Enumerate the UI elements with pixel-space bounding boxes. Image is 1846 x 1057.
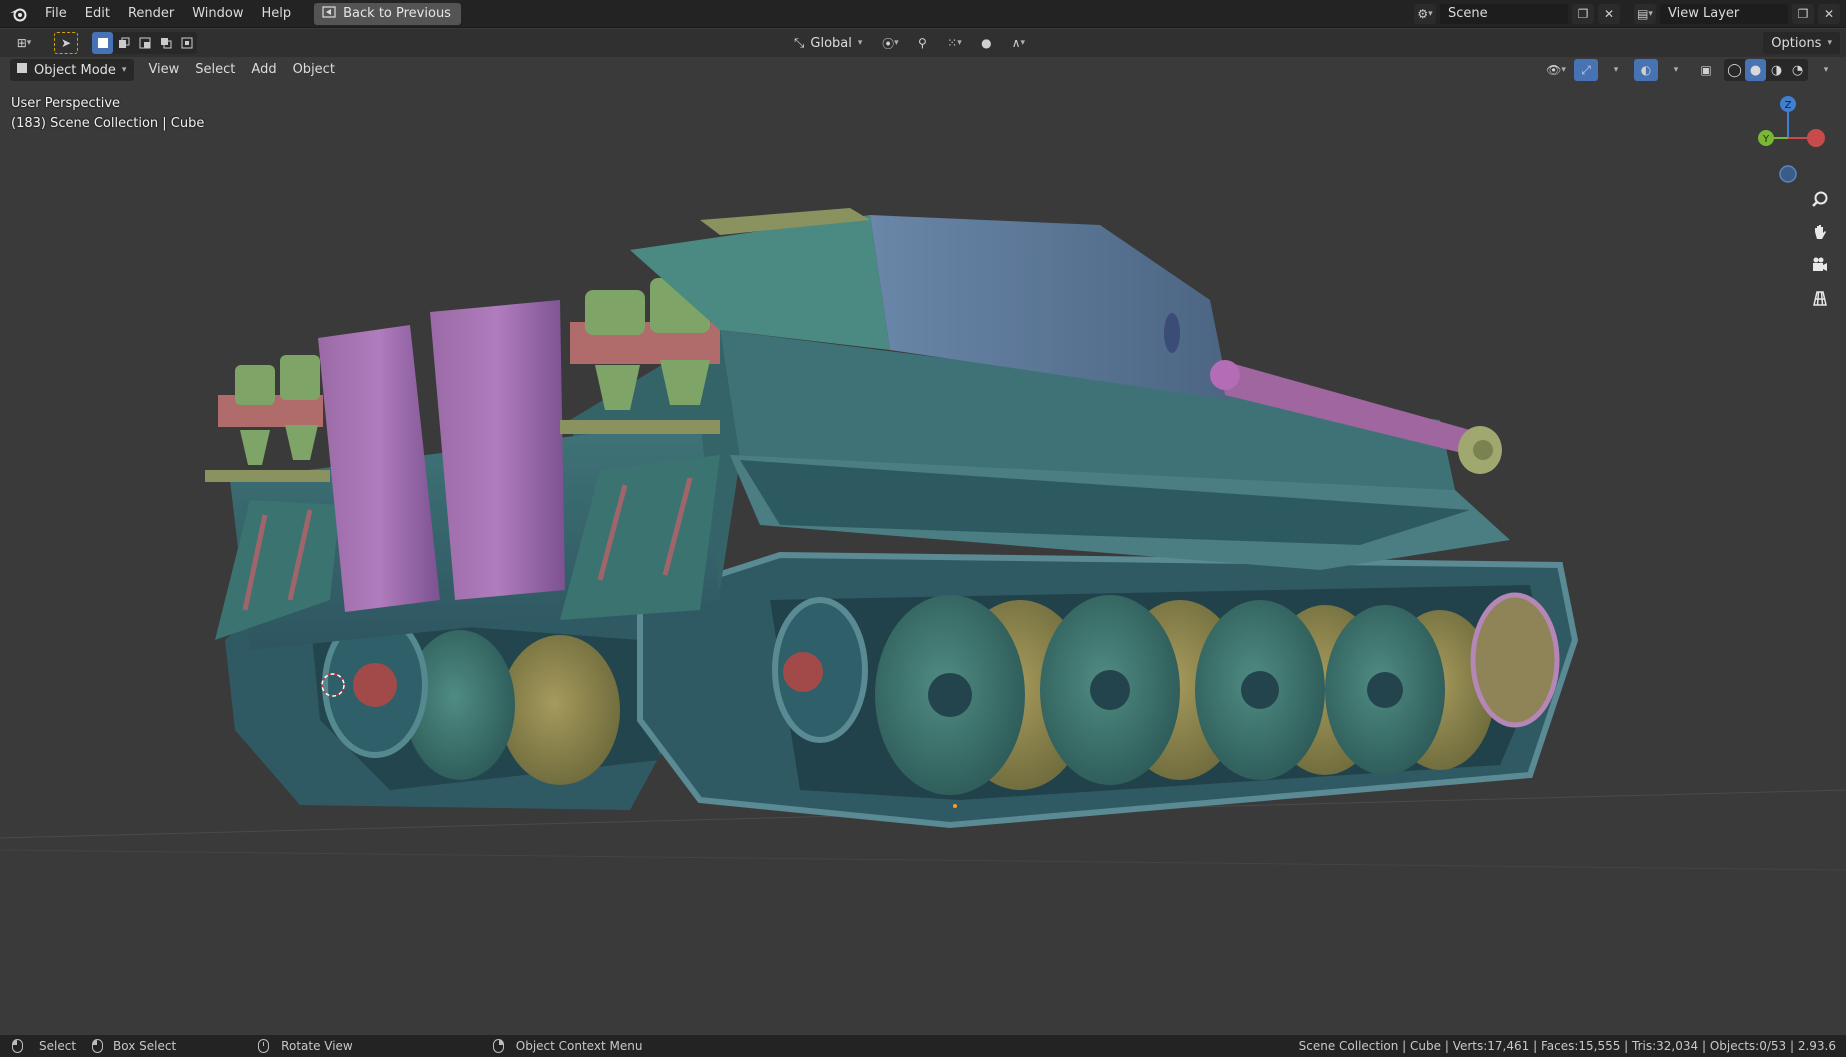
select-extend-icon[interactable] — [113, 32, 134, 54]
wireframe-shading-icon[interactable]: ◯ — [1724, 59, 1745, 81]
menu-help[interactable]: Help — [253, 0, 301, 28]
gizmo-x-axis[interactable] — [1807, 129, 1825, 147]
object-mode-label: Object Mode — [34, 62, 116, 78]
zoom-icon[interactable] — [1806, 185, 1834, 213]
status-box-select: Box Select — [92, 1039, 176, 1053]
select-new-icon[interactable] — [92, 32, 113, 54]
top-menu-bar: File Edit Render Window Help Back to Pre… — [0, 0, 1846, 28]
orientation-label: Global — [810, 35, 852, 51]
menu-select[interactable]: Select — [187, 59, 243, 81]
falloff-icon[interactable]: ∧ ▾ — [1006, 32, 1030, 54]
new-view-layer-icon[interactable]: ❐ — [1792, 4, 1814, 24]
pivot-icon[interactable]: ⦿ ▾ — [878, 32, 902, 54]
menu-add[interactable]: Add — [243, 59, 284, 81]
hand-icon[interactable] — [1806, 218, 1834, 246]
select-intersect-icon[interactable] — [176, 32, 197, 54]
back-to-previous-button[interactable]: Back to Previous — [314, 2, 461, 25]
svg-text:Y: Y — [1762, 134, 1770, 145]
grid-icon[interactable] — [1806, 284, 1834, 312]
menu-view[interactable]: View — [140, 59, 187, 81]
camera-icon[interactable] — [1806, 251, 1834, 279]
scene-statistics: Scene Collection | Cube | Verts:17,461 |… — [1298, 1039, 1836, 1053]
tank-model[interactable] — [0, 0, 1846, 1057]
xray-icon[interactable]: ▣ — [1694, 59, 1718, 81]
options-dropdown[interactable]: Options ▾ — [1763, 32, 1840, 54]
status-bar: Select Box Select Rotate View Object Con… — [0, 1035, 1846, 1057]
menu-object[interactable]: Object — [285, 59, 343, 81]
delete-scene-icon[interactable]: ✕ — [1598, 4, 1620, 24]
proportional-icon[interactable]: ● — [974, 32, 998, 54]
status-select: Select — [12, 1039, 76, 1053]
select-invert-icon[interactable] — [155, 32, 176, 54]
select-tool-icon[interactable]: ➤ — [54, 32, 78, 54]
status-context-menu: Object Context Menu — [492, 1039, 642, 1053]
solid-shading-icon[interactable]: ● — [1745, 59, 1766, 81]
overlay-dropdown[interactable]: ▾ — [1664, 59, 1688, 81]
menu-window[interactable]: Window — [183, 0, 252, 28]
view-layer-field[interactable]: View Layer — [1660, 4, 1788, 24]
status-rotate-view: Rotate View — [258, 1039, 353, 1053]
object-mode-icon — [16, 62, 28, 78]
selection-mode-group — [92, 32, 197, 54]
navigation-gizmo[interactable]: Z Y — [1740, 92, 1840, 192]
shading-dropdown[interactable]: ▾ — [1814, 59, 1838, 81]
back-icon — [322, 5, 336, 22]
snap-target-icon[interactable]: ⁙ ▾ — [942, 32, 966, 54]
scene-name-field[interactable]: Scene — [1440, 4, 1568, 24]
options-label: Options — [1771, 35, 1822, 51]
menu-render[interactable]: Render — [119, 0, 183, 28]
right-mouse-icon — [492, 1039, 504, 1053]
orientation-icon: ⤡ — [794, 35, 805, 51]
perspective-label: User Perspective — [11, 96, 121, 111]
scene-browse-button[interactable]: ⚙ ▾ — [1414, 4, 1436, 24]
overlay-icon[interactable]: ◐ — [1634, 59, 1658, 81]
new-scene-icon[interactable]: ❐ — [1572, 4, 1594, 24]
tool-header: ⊞ ▾ ➤ ⤡ Global ▾ ⦿ ▾ ⚲ ⁙ ▾ ● ∧ ▾ Options ▾ — [0, 29, 1846, 57]
object-mode-dropdown[interactable]: Object Mode ▾ — [10, 59, 135, 81]
gizmo-dropdown[interactable]: ▾ — [1604, 59, 1628, 81]
editor-type-button[interactable]: ⊞ ▾ — [8, 32, 40, 54]
back-to-previous-label: Back to Previous — [343, 6, 451, 21]
left-mouse-icon — [12, 1039, 23, 1053]
rendered-shading-icon[interactable]: ◔ — [1787, 59, 1808, 81]
svg-text:Z: Z — [1785, 100, 1792, 111]
gizmo-neg-z-axis[interactable] — [1779, 165, 1797, 183]
select-subtract-icon[interactable] — [134, 32, 155, 54]
menu-edit[interactable]: Edit — [76, 0, 119, 28]
viewport-header: Object Mode ▾ View Select Add Object 👁 ▾ … — [0, 57, 1846, 83]
view-layer-browse-button[interactable]: ▤ ▾ — [1634, 4, 1656, 24]
collection-label: (183) Scene Collection | Cube — [11, 116, 205, 131]
drag-mouse-icon — [92, 1039, 104, 1053]
material-shading-icon[interactable]: ◑ — [1766, 59, 1787, 81]
snap-icon[interactable]: ⚲ — [910, 32, 934, 54]
menu-file[interactable]: File — [36, 0, 76, 28]
visibility-icon[interactable]: 👁 ▾ — [1544, 59, 1568, 81]
delete-view-layer-icon[interactable]: ✕ — [1818, 4, 1840, 24]
gizmo-icon[interactable]: ⤢ — [1574, 59, 1598, 81]
transform-orientation-dropdown[interactable]: ⤡ Global ▾ — [786, 32, 870, 54]
blender-logo-icon[interactable] — [0, 0, 36, 28]
middle-mouse-icon — [258, 1039, 270, 1053]
